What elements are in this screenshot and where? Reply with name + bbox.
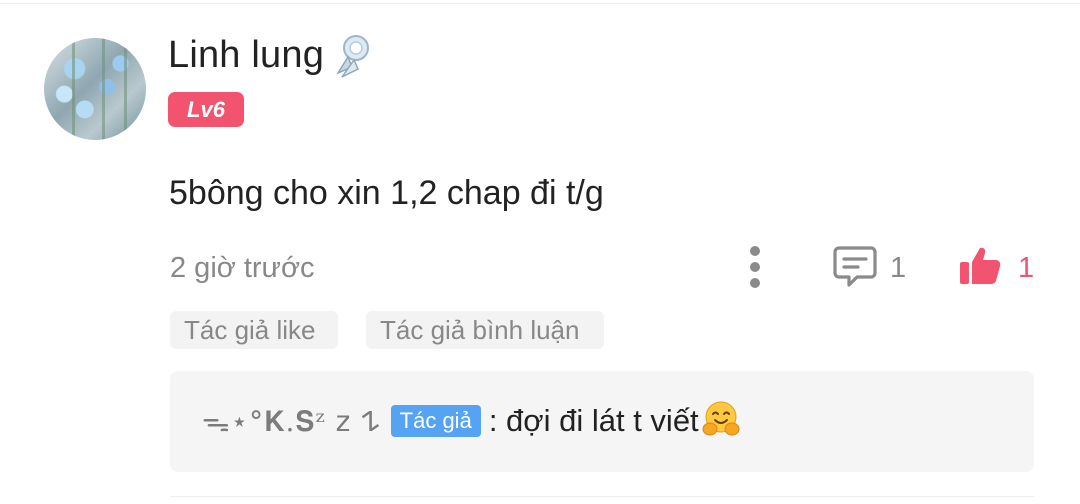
author-replied-tag: Tác giả bình luận bbox=[366, 311, 604, 349]
avatar-decor bbox=[124, 38, 127, 140]
comment-icon bbox=[832, 244, 878, 293]
timestamp: 2 giờ trước bbox=[170, 252, 315, 284]
comment-text: 5bông cho xin 1,2 chap đi t/g bbox=[169, 174, 604, 212]
avatar-decor bbox=[102, 38, 105, 140]
reply-button[interactable]: 1 bbox=[832, 244, 907, 293]
avatar-decor bbox=[72, 38, 75, 140]
reply-line: ᯓ⋆°𝐊.𝐒ᶻ 𝗓 𐰁 Tác giả : đợi đi lát t viết bbox=[202, 401, 741, 441]
like-button[interactable]: 1 bbox=[958, 244, 1034, 292]
author-tag: Tác giả bbox=[390, 405, 481, 437]
like-count: 1 bbox=[1018, 251, 1035, 284]
thumbs-up-icon bbox=[958, 244, 1002, 293]
reply-preview[interactable]: ᯓ⋆°𝐊.𝐒ᶻ 𝗓 𐰁 Tác giả : đợi đi lát t viết bbox=[170, 371, 1034, 472]
bottom-divider bbox=[170, 496, 1034, 497]
author-liked-tag: Tác giả like bbox=[170, 311, 338, 349]
reply-author-name[interactable]: ᯓ⋆°𝐊.𝐒ᶻ 𝗓 𐰁 bbox=[202, 402, 381, 440]
reply-text: : đợi đi lát t viết bbox=[488, 403, 699, 438]
level-badge: Lv6 bbox=[168, 92, 244, 127]
avatar[interactable] bbox=[44, 38, 146, 140]
more-options-icon[interactable] bbox=[743, 244, 767, 290]
top-divider bbox=[0, 3, 1080, 4]
hugging-face-emoji-icon bbox=[701, 399, 741, 444]
silver-badge-icon bbox=[332, 33, 372, 84]
reply-count: 1 bbox=[890, 251, 907, 284]
username[interactable]: Linh lung bbox=[168, 34, 324, 77]
